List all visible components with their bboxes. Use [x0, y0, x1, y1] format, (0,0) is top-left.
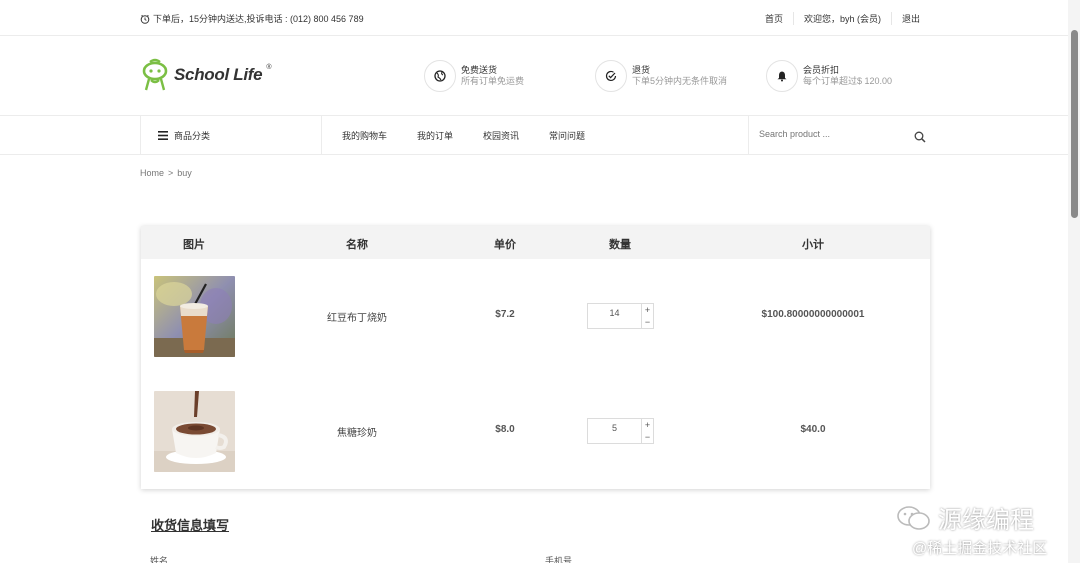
line-subtotal: $40.0	[800, 424, 826, 435]
user-welcome-link[interactable]: 欢迎您，byh (会员)	[792, 12, 891, 25]
feature-desc: 每个订单超过$ 120.00	[803, 76, 893, 86]
home-link[interactable]: 首页	[755, 12, 793, 25]
breadcrumb-home[interactable]: Home	[140, 168, 164, 178]
feature-member-discount: 会员折扣 每个订单超过$ 120.00	[766, 60, 892, 92]
scrollbar-thumb[interactable]	[1071, 30, 1078, 218]
table-row: 红豆布丁烧奶 $7.2 14 + − $100.80000000000001	[141, 259, 930, 374]
table-row: 焦糖珍奶 $8.0 5 + − $40.0	[141, 374, 930, 489]
logo[interactable]: School Life ®	[140, 58, 272, 92]
quantity-stepper: 14 + −	[587, 303, 654, 329]
nav-item-faq[interactable]: 常问问题	[549, 129, 585, 142]
watermark: 源缘编程	[896, 500, 1034, 535]
nav-menu: 我的购物车 我的订单 校园资讯 常问问题	[342, 129, 585, 142]
nav-item-news[interactable]: 校园资讯	[483, 129, 519, 142]
quantity-increase-button[interactable]: +	[642, 419, 653, 431]
product-image-iced-milk-tea[interactable]	[154, 276, 235, 357]
quantity-decrease-button[interactable]: −	[642, 316, 653, 328]
clock-icon	[140, 14, 150, 24]
logo-mascot-icon	[142, 58, 168, 91]
product-name: 红豆布丁烧奶	[327, 313, 387, 324]
breadcrumb-current: buy	[177, 168, 192, 178]
quantity-stepper: 5 + −	[587, 418, 654, 444]
phone-field-label: 手机号	[545, 556, 573, 563]
quantity-input[interactable]: 5	[588, 419, 641, 443]
column-header-price: 单价	[494, 239, 516, 251]
bell-icon	[777, 71, 787, 82]
feature-desc: 下单5分钟内无条件取消	[632, 76, 728, 86]
search-icon[interactable]	[914, 131, 926, 143]
search-input[interactable]	[759, 126, 899, 142]
breadcrumb: Home > buy	[140, 168, 192, 178]
line-subtotal: $100.80000000000001	[761, 309, 865, 320]
quantity-input[interactable]: 14	[588, 304, 641, 328]
watermark-text: 源缘编程	[938, 507, 1034, 534]
watermark-community-text: @稀土掘金技术社区	[912, 540, 1048, 557]
category-menu-button[interactable]: 商品分类	[140, 116, 322, 155]
site-header: School Life ® 免费送货 所有订单免运费 退货 下单5分钟内无条件取…	[0, 36, 1068, 116]
feature-free-shipping: 免费送货 所有订单免运费	[424, 60, 524, 92]
hamburger-icon	[158, 131, 168, 140]
quantity-decrease-button[interactable]: −	[642, 431, 653, 443]
top-links: 首页 欢迎您，byh (会员) 退出	[755, 12, 930, 25]
feature-desc: 所有订单免运费	[461, 76, 525, 86]
quantity-increase-button[interactable]: +	[642, 304, 653, 316]
column-header-image: 图片	[183, 239, 205, 251]
logo-registered-mark: ®	[266, 63, 272, 71]
feature-title: 会员折扣	[803, 65, 840, 75]
main-nav: 商品分类 我的购物车 我的订单 校园资讯 常问问题	[0, 116, 1068, 155]
cart-table: 图片 名称 单价 数量 小计 红豆布丁烧奶 $7.2 14 + − $100.8…	[141, 226, 930, 489]
feature-returns: 退货 下单5分钟内无条件取消	[595, 60, 727, 92]
category-menu-label: 商品分类	[174, 131, 211, 141]
top-bar: 下单后，15分钟内送达,投诉电话 : (012) 800 456 789 首页 …	[0, 0, 1068, 36]
product-image-hot-chocolate[interactable]	[154, 391, 235, 472]
product-price: $8.0	[495, 424, 515, 435]
product-name: 焦糖珍奶	[337, 428, 377, 439]
product-price: $7.2	[495, 309, 515, 320]
delivery-notice: 下单后，15分钟内送达,投诉电话 : (012) 800 456 789	[140, 12, 364, 25]
logout-link[interactable]: 退出	[890, 12, 930, 25]
wechat-icon	[897, 505, 930, 530]
logo-text: School Life	[174, 65, 263, 84]
feature-title: 免费送货	[461, 65, 498, 75]
feature-icon-circle	[766, 60, 798, 92]
nav-item-orders[interactable]: 我的订单	[417, 129, 453, 142]
nav-item-cart[interactable]: 我的购物车	[342, 129, 387, 142]
delivery-notice-text: 下单后，15分钟内送达,投诉电话 : (012) 800 456 789	[153, 14, 364, 24]
shipping-section-title: 收货信息填写	[151, 518, 230, 533]
feature-icon-circle	[424, 60, 456, 92]
name-field-label: 姓名	[150, 556, 169, 563]
column-header-subtotal: 小计	[802, 239, 824, 251]
globe-icon	[434, 70, 446, 82]
check-circle-icon	[605, 70, 617, 82]
column-header-name: 名称	[346, 239, 368, 251]
feature-icon-circle	[595, 60, 627, 92]
search-box	[748, 116, 930, 155]
breadcrumb-separator: >	[168, 168, 174, 178]
cart-table-header: 图片 名称 单价 数量 小计	[141, 226, 930, 259]
column-header-quantity: 数量	[609, 239, 631, 251]
feature-title: 退货	[632, 65, 651, 75]
